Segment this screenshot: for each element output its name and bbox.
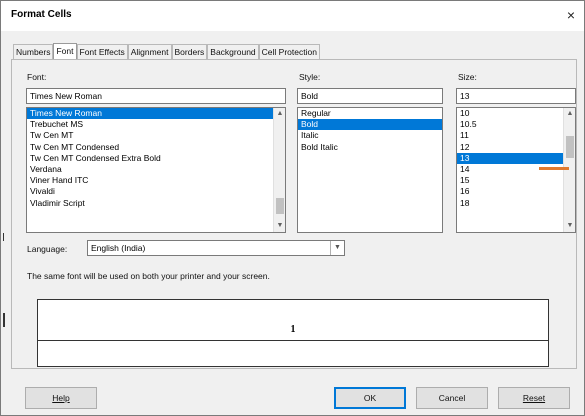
chevron-down-icon[interactable]: ▼ (330, 241, 344, 255)
info-text: The same font will be used on both your … (27, 271, 270, 281)
font-list-item[interactable]: Vladimir Script (27, 198, 285, 209)
size-input[interactable]: 13 (456, 88, 576, 104)
tab-background[interactable]: Background (207, 44, 259, 59)
style-list[interactable]: Regular Bold Italic Bold Italic (297, 107, 443, 233)
tab-alignment[interactable]: Alignment (127, 44, 172, 59)
help-button-label: Help (52, 393, 70, 403)
cancel-button[interactable]: Cancel (416, 387, 488, 409)
style-label: Style: (299, 72, 321, 82)
tab-borders[interactable]: Borders (171, 44, 208, 59)
reset-button-label: Reset (522, 393, 546, 403)
size-list-item[interactable]: 18 (457, 198, 575, 209)
tab-bar: Numbers Font Font Effects Alignment Bord… (13, 43, 320, 59)
scroll-down-icon[interactable]: ▼ (564, 220, 575, 232)
scroll-down-icon[interactable]: ▼ (274, 220, 285, 232)
size-list-item[interactable]: 12 (457, 142, 575, 153)
help-button[interactable]: Help (25, 387, 97, 409)
edge-artifact (3, 233, 4, 241)
title-bar: Format Cells × (1, 1, 584, 31)
ok-button[interactable]: OK (334, 387, 406, 409)
format-cells-dialog: Format Cells × Numbers Font Font Effects… (0, 0, 585, 416)
style-list-item[interactable]: Bold (298, 119, 442, 131)
size-list-item[interactable]: 13 (457, 152, 575, 164)
size-label: Size: (458, 72, 477, 82)
style-list-item[interactable]: Regular (298, 108, 442, 119)
font-list-scrollbar[interactable]: ▲ ▼ (273, 108, 285, 232)
dialog-title: Format Cells (11, 9, 72, 20)
language-select[interactable]: English (India) ▼ (87, 240, 345, 256)
style-input[interactable]: Bold (297, 88, 443, 104)
close-icon[interactable]: × (562, 6, 580, 24)
style-list-item[interactable]: Bold Italic (298, 142, 442, 153)
font-name-input[interactable]: Times New Roman (26, 88, 286, 104)
font-list-item[interactable]: Viner Hand ITC (27, 175, 285, 186)
ok-button-label: OK (363, 393, 377, 403)
scroll-up-icon[interactable]: ▲ (564, 108, 575, 120)
size-list-item[interactable]: 15 (457, 175, 575, 186)
scroll-thumb[interactable] (566, 136, 574, 158)
cancel-button-label: Cancel (438, 393, 466, 403)
font-list-item[interactable]: Verdana (27, 164, 285, 175)
font-list[interactable]: Times New Roman Trebuchet MS Tw Cen MT Tw C… (26, 107, 286, 233)
size-list-item[interactable]: 10 (457, 108, 575, 119)
style-list-item[interactable]: Italic (298, 130, 442, 141)
size-list[interactable]: 10 10.5 11 12 13 14 15 16 18 ▲ ▼ (456, 107, 576, 233)
font-list-item[interactable]: Tw Cen MT (27, 130, 285, 141)
tab-font-effects[interactable]: Font Effects (76, 44, 128, 59)
language-value: English (India) (91, 243, 146, 253)
tab-cell-protection[interactable]: Cell Protection (258, 44, 320, 59)
scroll-up-icon[interactable]: ▲ (274, 108, 285, 120)
font-list-item[interactable]: Times New Roman (27, 108, 285, 120)
edge-artifact (3, 313, 5, 327)
font-list-item[interactable]: Tw Cen MT Condensed Extra Bold (27, 153, 285, 164)
tab-font[interactable]: Font (53, 43, 77, 59)
reset-button[interactable]: Reset (498, 387, 570, 409)
font-preview: 1 (37, 299, 549, 367)
annotation-arrow (539, 167, 569, 170)
font-label: Font: (27, 72, 47, 82)
size-list-item[interactable]: 11 (457, 130, 575, 141)
font-list-item[interactable]: Tw Cen MT Condensed (27, 142, 285, 153)
language-label: Language: (27, 244, 68, 254)
size-list-item[interactable]: 16 (457, 186, 575, 197)
tab-numbers[interactable]: Numbers (13, 44, 54, 59)
font-list-item[interactable]: Trebuchet MS (27, 119, 285, 130)
preview-baseline (38, 340, 548, 341)
preview-text: 1 (290, 324, 296, 335)
font-list-item[interactable]: Vivaldi (27, 186, 285, 197)
size-list-scrollbar[interactable]: ▲ ▼ (563, 108, 575, 232)
scroll-thumb[interactable] (276, 198, 284, 214)
size-list-item[interactable]: 10.5 (457, 119, 575, 130)
